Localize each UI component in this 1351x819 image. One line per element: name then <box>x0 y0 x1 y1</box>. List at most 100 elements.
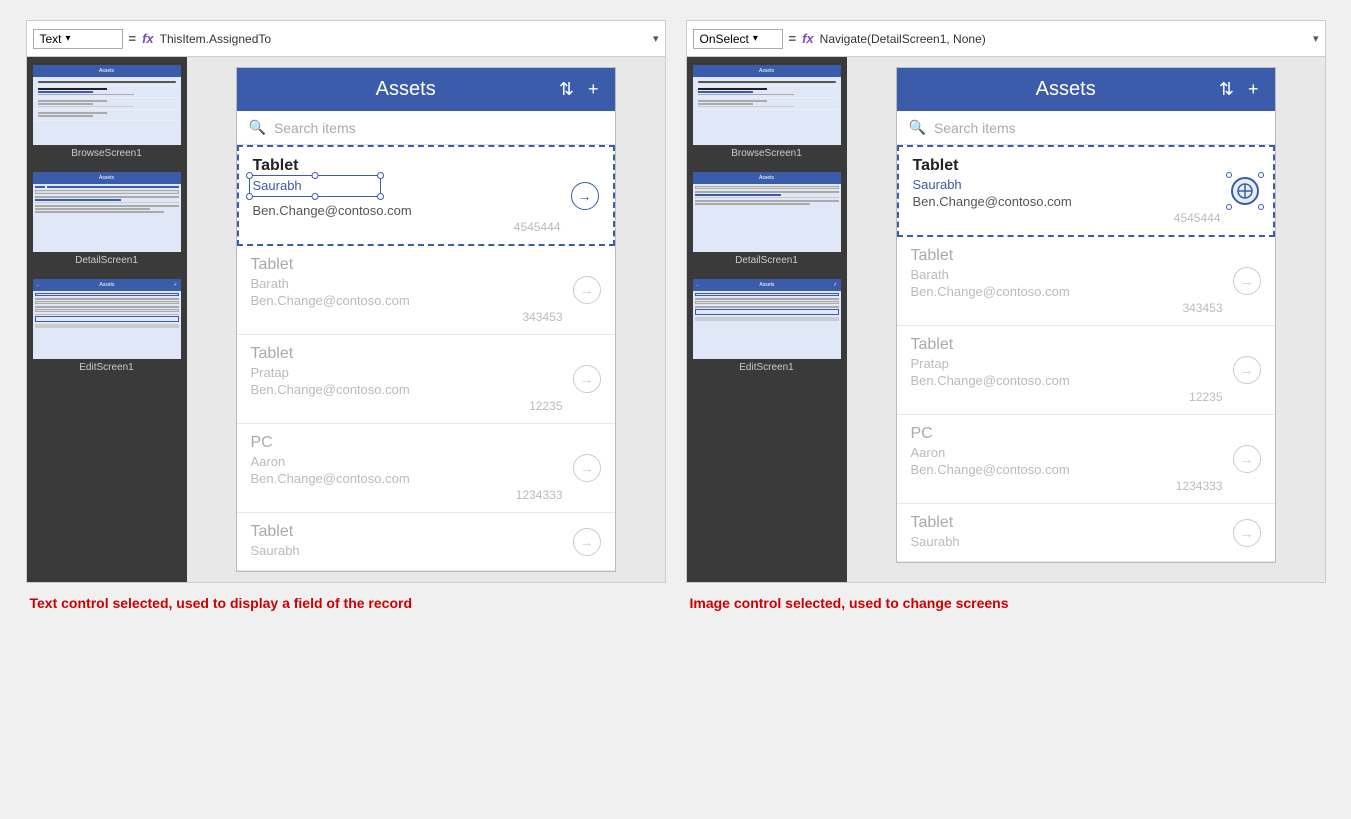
right-formula-fx: fx <box>802 31 814 46</box>
left-list-item-2-subtitle: Pratap <box>251 365 563 380</box>
left-search-bar[interactable]: 🔍 Search items <box>237 111 615 145</box>
left-app-header: Assets ⇅ + <box>237 68 615 111</box>
left-text-selection-box <box>249 175 381 197</box>
left-list-item-1[interactable]: Tablet Barath Ben.Change@contoso.com 343… <box>237 246 615 335</box>
left-screen-edit[interactable]: ← Assets ✓ <box>33 279 181 376</box>
right-screen-edit-thumb: ← Assets ✓ <box>693 279 841 359</box>
left-list-item-4[interactable]: Tablet Saurabh → <box>237 513 615 571</box>
handle-tl <box>246 172 253 179</box>
handle-tm <box>311 172 318 179</box>
right-caption: Image control selected, used to change s… <box>686 595 1326 611</box>
left-list-item-0-number: 4545444 <box>253 220 561 234</box>
panels-row: Text ▾ = fx ▾ Assets <box>20 20 1331 583</box>
right-list-item-0-number: 4545444 <box>913 211 1221 225</box>
right-screen-edit[interactable]: ← Assets ✓ EditScreen1 <box>693 279 841 376</box>
left-app-header-title: Assets <box>253 78 559 101</box>
right-app-frame: Assets ⇅ + 🔍 Search items <box>896 67 1276 563</box>
right-screen-edit-label: EditScreen1 <box>693 359 841 376</box>
left-list-item-2-arrow[interactable]: → <box>573 365 601 393</box>
right-formula-dropdown[interactable]: OnSelect ▾ <box>693 29 783 49</box>
left-list-item-0[interactable]: Tablet Saurabh <box>237 145 615 246</box>
handle-bl <box>246 193 253 200</box>
left-sort-icon[interactable]: ⇅ <box>559 79 574 100</box>
left-add-icon[interactable]: + <box>588 79 599 100</box>
right-list-item-3-arrow[interactable]: → <box>1233 445 1261 473</box>
right-list-item-0[interactable]: Tablet Saurabh Ben.Change@contoso.com 45… <box>897 145 1275 237</box>
left-app-frame: Assets ⇅ + 🔍 Search items <box>236 67 616 572</box>
right-list-item-1-subtitle: Barath <box>911 267 1223 282</box>
right-list-item-2-subtitle: Pratap <box>911 356 1223 371</box>
left-list-item-1-email: Ben.Change@contoso.com <box>251 293 563 308</box>
left-list-item-0-title: Tablet <box>253 157 561 175</box>
right-list-item-1-email: Ben.Change@contoso.com <box>911 284 1223 299</box>
left-screen-browse[interactable]: Assets <box>33 65 181 162</box>
right-screen-browse[interactable]: Assets <box>693 65 841 162</box>
right-list-item-0-content: Tablet Saurabh Ben.Change@contoso.com 45… <box>913 157 1221 225</box>
right-formula-bar: OnSelect ▾ = fx ▾ <box>687 21 1325 57</box>
left-list-item-1-subtitle: Barath <box>251 276 563 291</box>
right-list-item-3-email: Ben.Change@contoso.com <box>911 462 1223 477</box>
left-list-item-2-email: Ben.Change@contoso.com <box>251 382 563 397</box>
right-screen-browse-label: BrowseScreen1 <box>693 145 841 162</box>
left-formula-fx: fx <box>142 31 154 46</box>
left-formula-bar: Text ▾ = fx ▾ <box>27 21 665 57</box>
left-formula-end-arrow: ▾ <box>653 32 659 45</box>
right-list-item-3-number: 1234333 <box>911 479 1223 493</box>
right-panel: OnSelect ▾ = fx ▾ Assets <box>686 20 1326 583</box>
left-list-item-2-title: Tablet <box>251 345 563 363</box>
right-list-item-2-title: Tablet <box>911 336 1223 354</box>
left-preview-area: Assets ⇅ + 🔍 Search items <box>187 57 665 582</box>
right-list-item-4[interactable]: Tablet Saurabh → <box>897 504 1275 562</box>
right-screen-detail-label: DetailScreen1 <box>693 252 841 269</box>
left-list-item-0-content: Tablet Saurabh <box>253 157 561 234</box>
right-list-item-4-title: Tablet <box>911 514 1223 532</box>
right-list-item-1[interactable]: Tablet Barath Ben.Change@contoso.com 343… <box>897 237 1275 326</box>
right-list-item-3[interactable]: PC Aaron Ben.Change@contoso.com 1234333 … <box>897 415 1275 504</box>
left-screen-edit-label: EditScreen1 <box>33 359 181 376</box>
left-subtitle-wrapper: Saurabh <box>253 177 561 195</box>
right-add-icon[interactable]: + <box>1248 79 1259 100</box>
left-list-item-3[interactable]: PC Aaron Ben.Change@contoso.com 1234333 … <box>237 424 615 513</box>
left-formula-dropdown-chevron: ▾ <box>66 33 71 44</box>
right-list-item-3-title: PC <box>911 425 1223 443</box>
right-list-item-1-arrow[interactable]: → <box>1233 267 1261 295</box>
right-sort-icon[interactable]: ⇅ <box>1219 79 1234 100</box>
right-list-item-4-subtitle: Saurabh <box>911 534 1223 549</box>
left-formula-dropdown-label: Text <box>40 32 62 46</box>
right-search-text: Search items <box>934 120 1016 136</box>
left-search-text: Search items <box>274 120 356 136</box>
right-list-item-3-subtitle: Aaron <box>911 445 1223 460</box>
right-app-header: Assets ⇅ + <box>897 68 1275 111</box>
right-list-item-0-title: Tablet <box>913 157 1221 175</box>
right-list-item-2-arrow[interactable]: → <box>1233 356 1261 384</box>
right-list-item-1-title: Tablet <box>911 247 1223 265</box>
captions-row: Text control selected, used to display a… <box>20 595 1331 611</box>
right-search-bar[interactable]: 🔍 Search items <box>897 111 1275 145</box>
right-list-item-2-number: 12235 <box>911 390 1223 404</box>
right-screen-detail[interactable]: Assets DetailScreen1 <box>693 172 841 269</box>
left-list-item-1-arrow[interactable]: → <box>573 276 601 304</box>
left-list-item-4-subtitle: Saurabh <box>251 543 563 558</box>
left-list-item-0-arrow[interactable]: → <box>571 182 599 210</box>
left-list-item-3-subtitle: Aaron <box>251 454 563 469</box>
right-handle-br <box>1258 204 1264 210</box>
right-list-item-2[interactable]: Tablet Pratap Ben.Change@contoso.com 122… <box>897 326 1275 415</box>
handle-tr <box>377 172 384 179</box>
left-formula-dropdown[interactable]: Text ▾ <box>33 29 123 49</box>
right-list-item-0-arrow[interactable] <box>1231 177 1259 205</box>
left-screen-detail[interactable]: Assets <box>33 172 181 269</box>
right-handle-tr <box>1258 172 1264 178</box>
right-handle-bl <box>1226 204 1232 210</box>
right-handle-tl <box>1226 172 1232 178</box>
left-list-item-4-arrow[interactable]: → <box>573 528 601 556</box>
right-list-item-1-number: 343453 <box>911 301 1223 315</box>
left-formula-input[interactable] <box>160 32 647 46</box>
left-list-item-2[interactable]: Tablet Pratap Ben.Change@contoso.com 122… <box>237 335 615 424</box>
left-list-item-1-title: Tablet <box>251 256 563 274</box>
right-list-item-4-arrow[interactable]: → <box>1233 519 1261 547</box>
right-list-item-0-arrow-wrapper <box>1231 177 1259 205</box>
right-formula-dropdown-label: OnSelect <box>700 32 749 46</box>
left-list-item-3-arrow[interactable]: → <box>573 454 601 482</box>
right-formula-input[interactable] <box>820 32 1307 46</box>
right-formula-eq: = <box>789 31 797 46</box>
